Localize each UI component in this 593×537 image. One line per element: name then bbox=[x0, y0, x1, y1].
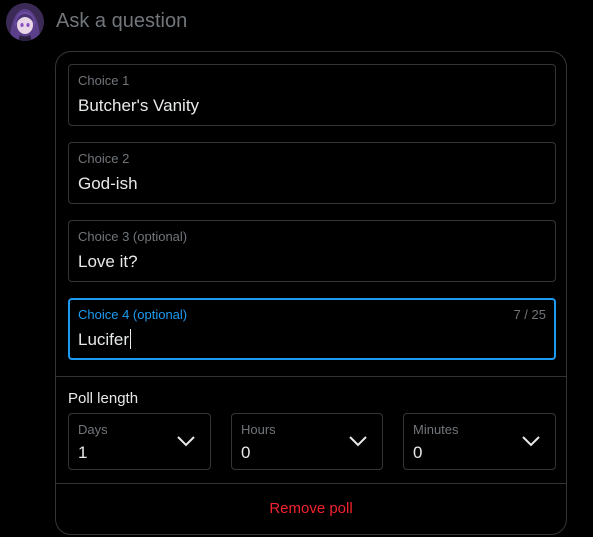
chevron-down-icon bbox=[522, 436, 540, 447]
remove-poll-button[interactable]: Remove poll bbox=[56, 484, 566, 534]
hours-value: 0 bbox=[241, 443, 251, 462]
choice-4-label: Choice 4 (optional) bbox=[78, 307, 188, 322]
hours-label: Hours bbox=[241, 422, 276, 437]
choice-3-field[interactable]: Choice 3 (optional) Love it? bbox=[68, 220, 556, 282]
choice-2-value: God-ish bbox=[78, 174, 138, 193]
choice-3-label: Choice 3 (optional) bbox=[78, 229, 188, 244]
poll-divider bbox=[56, 376, 566, 377]
choice-1-value: Butcher's Vanity bbox=[78, 96, 200, 115]
choice-4-field[interactable]: Choice 4 (optional) 7 / 25 Lucifer bbox=[68, 298, 556, 360]
days-label: Days bbox=[78, 422, 108, 437]
avatar-image bbox=[6, 3, 44, 41]
choice-1-field[interactable]: Choice 1 Butcher's Vanity bbox=[68, 64, 556, 126]
choice-4-value: Lucifer bbox=[78, 330, 130, 349]
choice-4-value-wrap: Lucifer bbox=[78, 329, 132, 351]
choice-2-field[interactable]: Choice 2 God-ish bbox=[68, 142, 556, 204]
choice-2-label: Choice 2 bbox=[78, 151, 130, 166]
minutes-label: Minutes bbox=[413, 422, 459, 437]
poll-length-title: Poll length bbox=[68, 390, 139, 407]
choice-1-label: Choice 1 bbox=[78, 73, 130, 88]
days-select[interactable]: Days 1 bbox=[68, 413, 211, 470]
choice-3-value: Love it? bbox=[78, 252, 138, 271]
choice-4-char-counter: 7 / 25 bbox=[513, 307, 546, 322]
text-caret bbox=[130, 329, 132, 349]
chevron-down-icon bbox=[349, 436, 367, 447]
days-value: 1 bbox=[78, 443, 88, 462]
ask-question-input[interactable]: Ask a question bbox=[56, 9, 187, 33]
minutes-value: 0 bbox=[413, 443, 423, 462]
minutes-select[interactable]: Minutes 0 bbox=[403, 413, 556, 470]
chevron-down-icon bbox=[177, 436, 195, 447]
avatar[interactable] bbox=[6, 3, 44, 41]
hours-select[interactable]: Hours 0 bbox=[231, 413, 383, 470]
